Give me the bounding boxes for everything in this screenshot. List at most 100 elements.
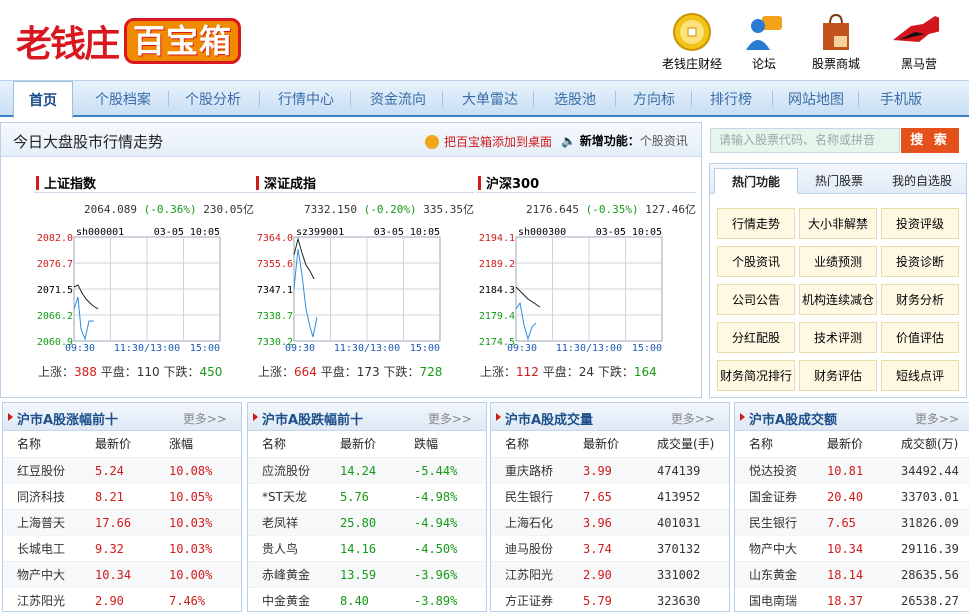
table-row[interactable]: 民生银行 7.65 413952 — [491, 483, 729, 509]
site-logo[interactable]: 老钱庄 百宝箱 — [16, 14, 242, 68]
index-name[interactable]: 上证指数 — [34, 173, 254, 193]
index-name[interactable]: 沪深300 — [476, 173, 696, 193]
table-row[interactable]: 山东黄金 18.14 28635.56 — [735, 561, 969, 587]
search-button[interactable]: 搜 索 — [901, 128, 959, 153]
stock-name[interactable]: 同济科技 — [17, 484, 65, 510]
hot-function-button[interactable]: 公司公告 — [717, 284, 795, 315]
hot-function-button[interactable]: 大小非解禁 — [799, 208, 877, 239]
stock-name[interactable]: 山东黄金 — [749, 562, 797, 588]
y-tick-label: 7364.0 — [257, 233, 293, 244]
table-row[interactable]: 应流股份 14.24 -5.44% — [248, 457, 486, 483]
stock-name[interactable]: 物产中大 — [17, 562, 65, 588]
hot-function-button[interactable]: 机构连续减仓 — [799, 284, 877, 315]
nav-item-stock-profile[interactable]: 个股档案 — [82, 81, 164, 118]
table-row[interactable]: 红豆股份 5.24 10.08% — [3, 457, 241, 483]
up-label: 上涨： — [258, 365, 295, 379]
table-row[interactable]: 上海石化 3.96 401031 — [491, 509, 729, 535]
nav-item-sitemap[interactable]: 网站地图 — [778, 81, 854, 118]
stock-name[interactable]: 国金证券 — [749, 484, 797, 510]
stock-metric: 10.03% — [169, 516, 213, 530]
stock-name[interactable]: 中金黄金 — [262, 588, 310, 614]
hot-function-button[interactable]: 财务分析 — [881, 284, 959, 315]
stock-name[interactable]: 国电南瑞 — [749, 588, 797, 614]
table-row[interactable]: 上海普天 17.66 10.03% — [3, 509, 241, 535]
table-row[interactable]: *ST天龙 5.76 -4.98% — [248, 483, 486, 509]
down-count: 450 — [199, 365, 223, 379]
table-row[interactable]: 国电南瑞 18.37 26538.27 — [735, 587, 969, 613]
stock-name[interactable]: 悦达投资 — [749, 458, 797, 484]
index-name[interactable]: 深证成指 — [254, 173, 474, 193]
stock-name[interactable]: 红豆股份 — [17, 458, 65, 484]
stock-search-input[interactable]: 请输入股票代码、名称或拼音 — [710, 128, 900, 153]
stock-name[interactable]: 长城电工 — [17, 536, 65, 562]
stock-name[interactable]: 民生银行 — [505, 484, 553, 510]
table-row[interactable]: 同济科技 8.21 10.05% — [3, 483, 241, 509]
more-link[interactable]: 更多>> — [671, 410, 715, 427]
hot-function-button[interactable]: 投资诊断 — [881, 246, 959, 277]
stock-name[interactable]: 江苏阳光 — [17, 588, 65, 614]
table-row[interactable]: 方正证券 5.79 323630 — [491, 587, 729, 613]
stock-name[interactable]: 迪马股份 — [505, 536, 553, 562]
new-feature-notice[interactable]: 🔈 新增功能：个股资讯 — [561, 132, 688, 149]
stock-name[interactable]: 物产中大 — [749, 536, 797, 562]
table-row[interactable]: 贵人鸟 14.16 -4.50% — [248, 535, 486, 561]
nav-item-home[interactable]: 首页 — [13, 81, 73, 118]
stock-name[interactable]: 方正证券 — [505, 588, 553, 614]
stock-name[interactable]: 重庆路桥 — [505, 458, 553, 484]
hot-function-button[interactable]: 业绩预测 — [799, 246, 877, 277]
stock-name[interactable]: 上海石化 — [505, 510, 553, 536]
hot-function-button[interactable]: 分红配股 — [717, 322, 795, 353]
table-row[interactable]: 长城电工 9.32 10.03% — [3, 535, 241, 561]
tab-hot-functions[interactable]: 热门功能 — [714, 168, 798, 194]
hot-function-button[interactable]: 财务评估 — [799, 360, 877, 391]
table-row[interactable]: 迪马股份 3.74 370132 — [491, 535, 729, 561]
top-link-forum[interactable]: 论坛 — [728, 12, 800, 72]
table-row[interactable]: 国金证券 20.40 33703.01 — [735, 483, 969, 509]
nav-item-ranking[interactable]: 排行榜 — [696, 81, 766, 118]
table-row[interactable]: 江苏阳光 2.90 7.46% — [3, 587, 241, 613]
more-link[interactable]: 更多>> — [915, 410, 959, 427]
stock-name[interactable]: 应流股份 — [262, 458, 310, 484]
hot-function-button[interactable]: 行情走势 — [717, 208, 795, 239]
hot-function-button[interactable]: 个股资讯 — [717, 246, 795, 277]
hot-function-button[interactable]: 价值评估 — [881, 322, 959, 353]
nav-item-stock-pool[interactable]: 选股池 — [538, 81, 612, 118]
nav-item-stock-analysis[interactable]: 个股分析 — [172, 81, 254, 118]
stock-metric: 10.03% — [169, 542, 213, 556]
table-row[interactable]: 悦达投资 10.81 34492.44 — [735, 457, 969, 483]
hot-function-button[interactable]: 财务简况排行 — [717, 360, 795, 391]
stock-name[interactable]: 上海普天 — [17, 510, 65, 536]
table-header: 名称 最新价 成交量(手) — [491, 431, 729, 457]
tab-my-watchlist[interactable]: 我的自选股 — [880, 168, 964, 194]
top-link-mall[interactable]: 股票商城 — [800, 12, 872, 72]
nav-item-market-center[interactable]: 行情中心 — [264, 81, 348, 118]
more-link[interactable]: 更多>> — [183, 410, 227, 427]
table-row[interactable]: 江苏阳光 2.90 331002 — [491, 561, 729, 587]
stock-name[interactable]: 贵人鸟 — [262, 536, 298, 562]
table-row[interactable]: 民生银行 7.65 31826.09 — [735, 509, 969, 535]
stock-name[interactable]: 江苏阳光 — [505, 562, 553, 588]
table-row[interactable]: 物产中大 10.34 29116.39 — [735, 535, 969, 561]
nav-item-big-order-radar[interactable]: 大单雷达 — [448, 81, 532, 118]
nav-item-fund-flow[interactable]: 资金流向 — [356, 81, 440, 118]
stock-name[interactable]: 老凤祥 — [262, 510, 298, 536]
table-row[interactable]: 重庆路桥 3.99 474139 — [491, 457, 729, 483]
nav-item-direction[interactable]: 方向标 — [620, 81, 688, 118]
tab-hot-stocks[interactable]: 热门股票 — [800, 168, 878, 194]
stock-name[interactable]: 民生银行 — [749, 510, 797, 536]
hot-function-button[interactable]: 技术评测 — [799, 322, 877, 353]
table-row[interactable]: 老凤祥 25.80 -4.94% — [248, 509, 486, 535]
top-link-heimaying[interactable]: 黑马营 — [883, 12, 955, 72]
nav-item-mobile[interactable]: 手机版 — [866, 81, 936, 118]
stock-name[interactable]: 赤峰黄金 — [262, 562, 310, 588]
stock-name[interactable]: *ST天龙 — [262, 484, 307, 510]
table-row[interactable]: 物产中大 10.34 10.00% — [3, 561, 241, 587]
top-link-caijing[interactable]: 老钱庄财经 — [656, 12, 728, 72]
add-to-desktop-link[interactable]: 把百宝箱添加到桌面 — [425, 133, 552, 150]
hot-function-button[interactable]: 投资评级 — [881, 208, 959, 239]
more-link[interactable]: 更多>> — [428, 410, 472, 427]
table-row[interactable]: 中金黄金 8.40 -3.89% — [248, 587, 486, 613]
column-header: 成交额(万) — [901, 437, 959, 451]
hot-function-button[interactable]: 短线点评 — [881, 360, 959, 391]
table-row[interactable]: 赤峰黄金 13.59 -3.96% — [248, 561, 486, 587]
